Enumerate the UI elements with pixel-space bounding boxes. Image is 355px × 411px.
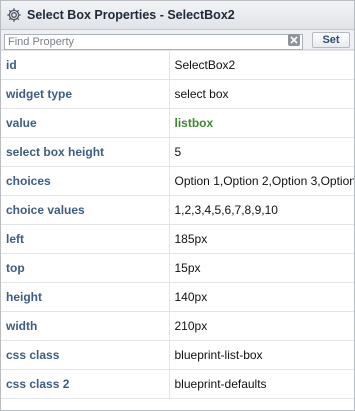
property-value[interactable]: 5 [169,137,354,167]
properties-panel: Select Box Properties - SelectBox2 Set i… [0,0,355,411]
property-name: widget type [1,79,170,109]
property-value[interactable]: 1,2,3,4,5,6,7,8,9,10 [169,195,354,225]
property-row[interactable]: css class blueprint-list-box [1,340,354,370]
property-row[interactable]: widget type select box [1,79,354,109]
property-name: choices [1,166,170,196]
property-name: css class 2 [1,369,170,399]
property-name: height [1,282,170,312]
gear-icon [6,7,22,23]
clear-search-icon[interactable] [287,33,301,47]
property-value[interactable]: blueprint-list-box [169,340,354,370]
property-value[interactable]: select box [169,79,354,109]
property-name: id [1,50,170,80]
properties-table: id SelectBox2 widget type select box value li… [1,50,354,399]
property-value[interactable]: SelectBox2 [169,50,354,80]
property-row[interactable]: css class 2 blueprint-defaults [1,369,354,399]
property-name: choice values [1,195,170,225]
panel-header: Select Box Properties - SelectBox2 [1,1,354,30]
find-property-input[interactable] [4,33,303,50]
property-name: css class [1,340,170,370]
property-value[interactable]: 210px [169,311,354,341]
property-row[interactable]: choices Option 1,Option 2,Option 3,Option… [1,166,354,196]
property-row[interactable]: value listbox [1,108,354,138]
property-name: width [1,311,170,341]
property-value[interactable]: 185px [169,224,354,254]
property-row[interactable]: left 185px [1,224,354,254]
property-row[interactable]: width 210px [1,311,354,341]
property-row[interactable]: id SelectBox2 [1,50,354,80]
search-field-wrapper [4,32,303,50]
property-row[interactable]: choice values 1,2,3,4,5,6,7,8,9,10 [1,195,354,225]
property-row[interactable]: top 15px [1,253,354,283]
property-value[interactable]: 15px [169,253,354,283]
search-bar: Set [1,30,354,50]
property-row[interactable]: height 140px [1,282,354,312]
property-name: top [1,253,170,283]
property-value[interactable]: listbox [169,108,354,138]
property-name: select box height [1,137,170,167]
property-value[interactable]: 140px [169,282,354,312]
panel-title: Select Box Properties - SelectBox2 [27,8,235,22]
property-row[interactable]: select box height 5 [1,137,354,167]
property-value[interactable]: Option 1,Option 2,Option 3,Option 4,Opti… [169,166,354,196]
property-value[interactable]: blueprint-defaults [169,369,354,399]
property-name: value [1,108,170,138]
property-name: left [1,224,170,254]
set-button[interactable]: Set [312,31,350,48]
